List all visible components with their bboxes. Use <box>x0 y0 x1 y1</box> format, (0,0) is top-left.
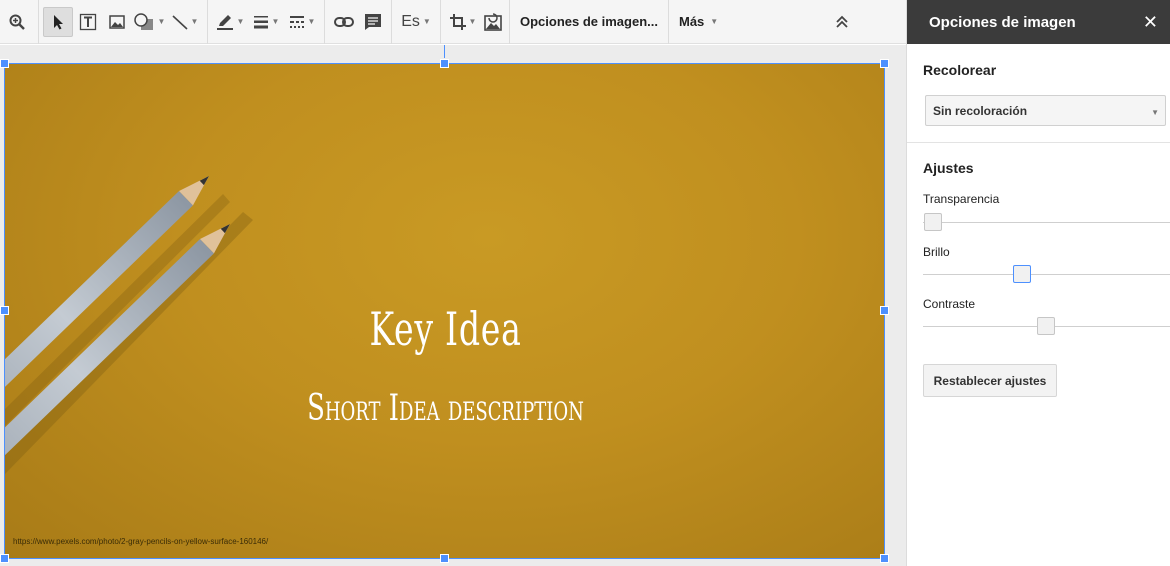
slide-title: Key Idea <box>369 302 522 356</box>
crop-icon[interactable]: ▼ <box>445 7 481 37</box>
image-options-button[interactable]: Opciones de imagen... <box>514 7 664 37</box>
photo-credit: https://www.pexels.com/photo/2-gray-penc… <box>13 537 269 546</box>
slide-canvas: Key Idea Short Idea description https://… <box>0 45 906 566</box>
toolbar: ▼ ▼ ▼ ▼ ▼ Es ▼ ▼ Opciones de imagen... M… <box>0 0 906 44</box>
border-color-icon[interactable]: ▼ <box>212 7 248 37</box>
resize-handle[interactable] <box>880 554 889 563</box>
chevron-down-icon: ▼ <box>422 17 431 26</box>
more-label: Más <box>678 14 705 29</box>
toolbar-divider <box>324 0 325 44</box>
toolbar-divider <box>38 0 39 44</box>
chevron-down-icon: ▼ <box>271 17 280 26</box>
resize-handle[interactable] <box>880 59 889 68</box>
chevron-down-icon: ▼ <box>468 17 477 26</box>
reset-image-icon[interactable] <box>481 7 505 37</box>
zoom-icon[interactable] <box>0 7 34 37</box>
image-options-panel: Opciones de imagen ✕ Recolorear Sin reco… <box>906 0 1170 566</box>
toolbar-divider <box>391 0 392 44</box>
contrast-label: Contraste <box>923 297 976 311</box>
chevron-down-icon: ▼ <box>1151 108 1159 117</box>
resize-handle[interactable] <box>0 59 9 68</box>
brightness-slider-thumb[interactable] <box>1013 265 1031 283</box>
collapse-icon[interactable] <box>828 7 856 37</box>
rotation-handle[interactable] <box>444 45 445 58</box>
resize-handle[interactable] <box>0 554 9 563</box>
link-icon[interactable] <box>329 7 359 37</box>
contrast-slider-thumb[interactable] <box>1037 317 1055 335</box>
more-button[interactable]: Más ▼ <box>673 7 724 37</box>
border-dash-icon[interactable]: ▼ <box>284 7 320 37</box>
comment-icon[interactable] <box>359 7 387 37</box>
image-icon[interactable] <box>103 7 131 37</box>
recolor-selected: Sin recoloración <box>933 103 1028 118</box>
brightness-label: Brillo <box>923 245 950 259</box>
resize-handle[interactable] <box>0 306 9 315</box>
divider <box>907 142 1170 143</box>
transparency-label: Transparencia <box>923 192 1000 206</box>
panel-header: Opciones de imagen ✕ <box>907 0 1170 44</box>
transparency-slider-thumb[interactable] <box>924 213 942 231</box>
resize-handle[interactable] <box>880 306 889 315</box>
line-icon[interactable]: ▼ <box>167 7 203 37</box>
recolor-heading: Recolorear <box>923 62 997 78</box>
chevron-down-icon: ▼ <box>710 17 719 26</box>
textbox-icon[interactable] <box>73 7 103 37</box>
border-weight-icon[interactable]: ▼ <box>248 7 284 37</box>
toolbar-divider <box>667 0 669 44</box>
toolbar-divider <box>509 0 510 44</box>
language-label: Es <box>401 12 420 30</box>
recolor-dropdown[interactable]: Sin recoloración ▼ <box>925 95 1166 126</box>
select-icon[interactable] <box>43 6 73 37</box>
adjustments-heading: Ajustes <box>923 160 974 176</box>
chevron-down-icon: ▼ <box>236 17 245 26</box>
toolbar-divider <box>440 0 441 44</box>
slide-image[interactable]: Key Idea Short Idea description https://… <box>4 63 885 559</box>
slide-subtitle: Short Idea description <box>307 388 584 429</box>
resize-handle[interactable] <box>440 59 449 68</box>
chevron-down-icon: ▼ <box>157 17 166 26</box>
close-icon[interactable]: ✕ <box>1143 12 1158 33</box>
chevron-down-icon: ▼ <box>190 17 199 26</box>
brightness-slider[interactable] <box>923 274 1170 275</box>
chevron-down-icon: ▼ <box>307 17 316 26</box>
toolbar-divider <box>207 0 208 44</box>
reset-adjustments-button[interactable]: Restablecer ajustes <box>923 364 1057 397</box>
resize-handle[interactable] <box>440 554 449 563</box>
panel-title: Opciones de imagen <box>929 13 1076 31</box>
transparency-slider[interactable] <box>923 222 1170 223</box>
language-select[interactable]: Es ▼ <box>396 7 436 37</box>
shape-icon[interactable]: ▼ <box>131 7 167 37</box>
